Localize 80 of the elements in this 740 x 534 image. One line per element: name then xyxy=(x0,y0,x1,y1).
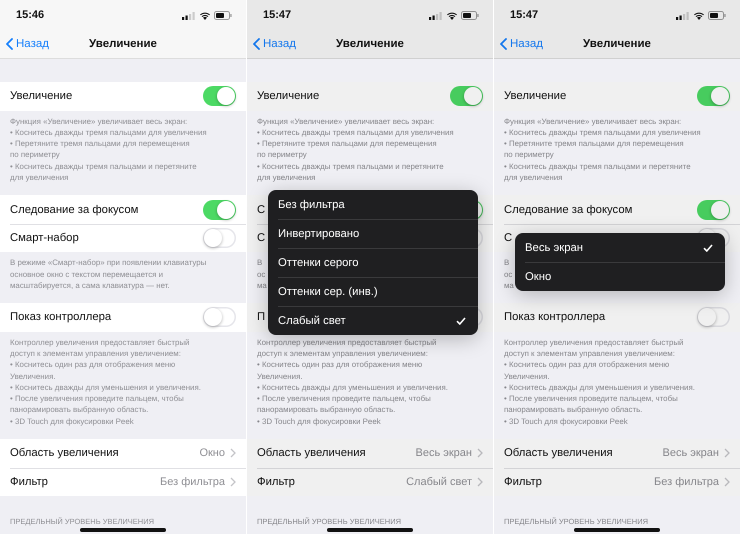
chevron-right-icon xyxy=(230,476,236,487)
wifi-icon xyxy=(446,10,458,20)
back-button[interactable]: Назад xyxy=(0,38,49,50)
row-label: С xyxy=(257,232,266,244)
row-label: С xyxy=(504,232,512,244)
settings-row[interactable]: Увеличение xyxy=(247,82,493,110)
menu-item[interactable]: Весь экран xyxy=(515,233,725,262)
toggle-switch[interactable] xyxy=(203,307,236,328)
row-value: Весь экран xyxy=(416,447,472,460)
settings-row[interactable]: Следование за фокусом xyxy=(0,195,246,224)
row-value: Весь экран xyxy=(662,447,719,460)
settings-row[interactable]: Область увеличения Весь экран xyxy=(247,439,493,468)
row-label: Показ контроллера xyxy=(504,311,606,324)
settings-row[interactable]: Область увеличения Весь экран xyxy=(494,439,740,468)
row-label: Следование за фокусом xyxy=(504,204,632,216)
toggle-switch[interactable] xyxy=(203,228,236,248)
settings-row[interactable]: Фильтр Слабый свет xyxy=(247,468,493,496)
row-label: Фильтр xyxy=(504,476,542,488)
row-label: Область увеличения xyxy=(257,447,366,460)
battery-icon xyxy=(708,10,726,20)
menu-item[interactable]: Инвертировано xyxy=(268,219,478,248)
signal-icon xyxy=(182,10,196,20)
toggle-switch[interactable] xyxy=(450,86,483,106)
battery-icon xyxy=(461,10,479,20)
chevron-left-icon xyxy=(253,38,260,50)
chevron-right-icon xyxy=(477,448,483,458)
settings-row[interactable]: Следование за фокусом xyxy=(494,195,740,224)
row-label: С xyxy=(257,204,266,216)
chevron-right-icon xyxy=(724,476,730,487)
back-button[interactable]: Назад xyxy=(494,38,543,50)
menu-item[interactable]: Оттенки серого xyxy=(268,248,478,277)
back-button[interactable]: Назад xyxy=(247,38,296,50)
row-value: Окно xyxy=(199,447,225,460)
row-value: Без фильтра xyxy=(160,476,225,488)
toggle-switch[interactable] xyxy=(203,86,236,106)
row-label: Увеличение xyxy=(504,90,566,102)
chevron-right-icon xyxy=(724,448,730,458)
row-label: Область увеличения xyxy=(504,447,613,460)
row-label: Смарт-набор xyxy=(10,232,79,244)
status-time: 15:47 xyxy=(263,9,292,21)
status-time: 15:46 xyxy=(16,9,44,21)
chevron-left-icon xyxy=(500,38,507,50)
status-time: 15:47 xyxy=(510,9,538,21)
row-label: Фильтр xyxy=(10,476,48,488)
signal-icon xyxy=(676,10,690,20)
row-label: Показ контроллера xyxy=(10,311,112,324)
chevron-left-icon xyxy=(6,38,13,50)
toggle-switch[interactable] xyxy=(697,86,730,106)
screen-title: Увеличение xyxy=(583,38,651,50)
row-label: Область увеличения xyxy=(10,447,119,460)
settings-row[interactable]: Область увеличения Окно xyxy=(0,439,246,468)
settings-row[interactable]: Фильтр Без фильтра xyxy=(0,468,246,496)
row-label: П xyxy=(257,311,266,324)
menu-item[interactable]: Слабый свет xyxy=(268,306,478,335)
row-label: Фильтр xyxy=(257,476,295,488)
signal-icon xyxy=(429,10,443,20)
chevron-right-icon xyxy=(477,476,483,487)
row-label: Увеличение xyxy=(257,90,320,102)
menu-item[interactable]: Без фильтра xyxy=(268,190,478,219)
settings-row[interactable]: Смарт-набор xyxy=(0,224,246,252)
row-label: Увеличение xyxy=(10,90,72,102)
settings-row[interactable]: Показ контроллера xyxy=(0,303,246,332)
chevron-right-icon xyxy=(230,448,236,458)
menu-item[interactable]: Оттенки сер. (инв.) xyxy=(268,277,478,306)
battery-icon xyxy=(214,10,232,20)
toggle-switch[interactable] xyxy=(203,200,236,220)
settings-row[interactable]: Фильтр Без фильтра xyxy=(494,468,740,496)
toggle-switch[interactable] xyxy=(697,200,730,220)
menu-item[interactable]: Окно xyxy=(515,262,725,291)
screen-title: Увеличение xyxy=(89,38,157,50)
settings-row[interactable]: Показ контроллера xyxy=(494,303,740,332)
settings-row[interactable]: Увеличение xyxy=(0,82,246,110)
row-value: Без фильтра xyxy=(654,476,719,488)
row-label: Следование за фокусом xyxy=(10,204,138,216)
toggle-switch[interactable] xyxy=(697,307,730,328)
row-value: Слабый свет xyxy=(406,476,472,488)
wifi-icon xyxy=(693,10,705,20)
screen-title: Увеличение xyxy=(336,38,404,50)
settings-row[interactable]: Увеличение xyxy=(494,82,740,110)
wifi-icon xyxy=(199,10,211,20)
